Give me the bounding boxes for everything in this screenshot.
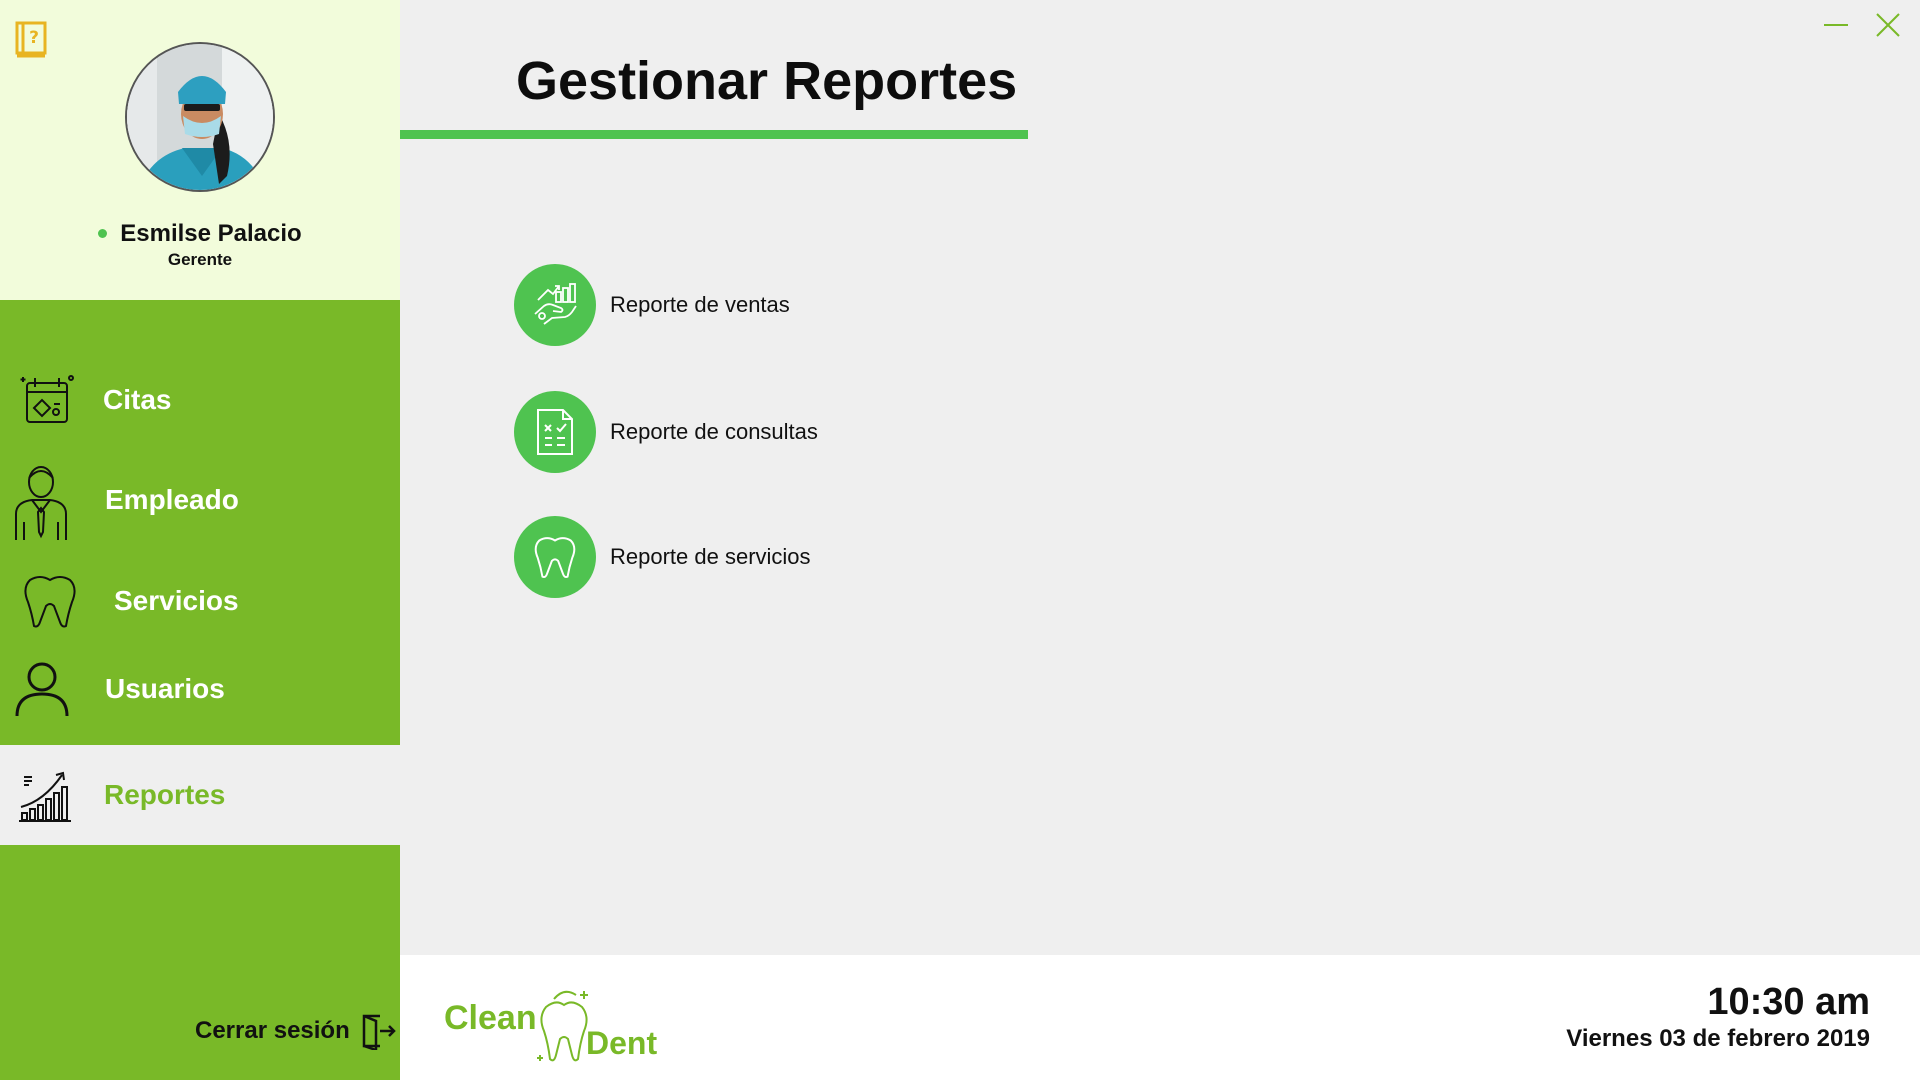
nav-label-reportes: Reportes <box>104 779 226 810</box>
sidebar: ? Esmilse Palacio Gerente Citas Empleado… <box>0 0 400 1080</box>
logo-tooth-icon <box>537 990 588 1062</box>
user-name: Esmilse Palacio <box>98 220 302 248</box>
user-name-row: Esmilse Palacio <box>0 220 400 248</box>
user-role: Gerente <box>167 250 233 269</box>
employee-icon <box>15 466 67 540</box>
tooth-icon <box>534 537 576 579</box>
report-servicios-label: Reporte de servicios <box>610 544 811 569</box>
help-book-icon[interactable]: ? <box>14 18 50 58</box>
profile-panel: ? Esmilse Palacio Gerente <box>0 0 400 300</box>
page-title: Gestionar Reportes <box>516 51 1018 111</box>
nav-label-empleado: Empleado <box>105 484 239 515</box>
clean-dent-logo: Clean Dent <box>444 985 684 1067</box>
profile-photo <box>127 44 273 190</box>
report-ventas-button[interactable]: Reporte de ventas <box>514 264 790 346</box>
user-icon <box>15 662 69 717</box>
clock-time: 10:30 am <box>1707 981 1870 1023</box>
report-servicios-circle <box>514 516 596 598</box>
calendar-icon <box>20 375 74 423</box>
online-status-dot <box>98 229 108 238</box>
clock-date: Viernes 03 de febrero 2019 <box>1566 1025 1870 1052</box>
nav-item-empleado[interactable]: Empleado <box>0 450 400 550</box>
growth-chart-icon <box>19 771 71 822</box>
user-name-text: Esmilse Palacio <box>120 220 302 247</box>
report-consultas-circle <box>514 391 596 473</box>
report-ventas-circle <box>514 264 596 346</box>
nav-item-citas[interactable]: Citas <box>0 350 400 450</box>
report-ventas-label: Reporte de ventas <box>610 292 790 317</box>
title-underline <box>400 130 1028 139</box>
logout-label: Cerrar sesión <box>195 1017 350 1044</box>
checklist-document-icon <box>537 409 573 455</box>
logo-text-dent: Dent <box>586 1025 658 1061</box>
report-consultas-button[interactable]: Reporte de consultas <box>514 391 818 473</box>
nav-item-reportes[interactable]: Reportes <box>0 745 400 845</box>
close-icon[interactable] <box>1873 10 1903 40</box>
logout-button[interactable]: Cerrar sesión <box>195 1012 396 1050</box>
tooth-icon <box>24 576 76 628</box>
minimize-icon[interactable] <box>1822 12 1850 38</box>
sales-hand-icon <box>534 283 577 325</box>
footer-bar: Clean Dent 10:30 am Viernes 03 de febrer… <box>400 955 1920 1080</box>
logo-text-clean: Clean <box>444 999 537 1037</box>
nav-item-usuarios[interactable]: Usuarios <box>0 640 400 730</box>
svg-text:?: ? <box>29 28 39 48</box>
report-servicios-button[interactable]: Reporte de servicios <box>514 516 811 598</box>
report-consultas-label: Reporte de consultas <box>610 419 818 444</box>
avatar <box>125 42 275 192</box>
nav-label-servicios: Servicios <box>114 585 239 616</box>
nav-label-usuarios: Usuarios <box>105 673 225 704</box>
nav-item-servicios[interactable]: Servicios <box>0 550 400 650</box>
logout-door-icon <box>362 1014 396 1050</box>
nav-label-citas: Citas <box>103 384 172 415</box>
